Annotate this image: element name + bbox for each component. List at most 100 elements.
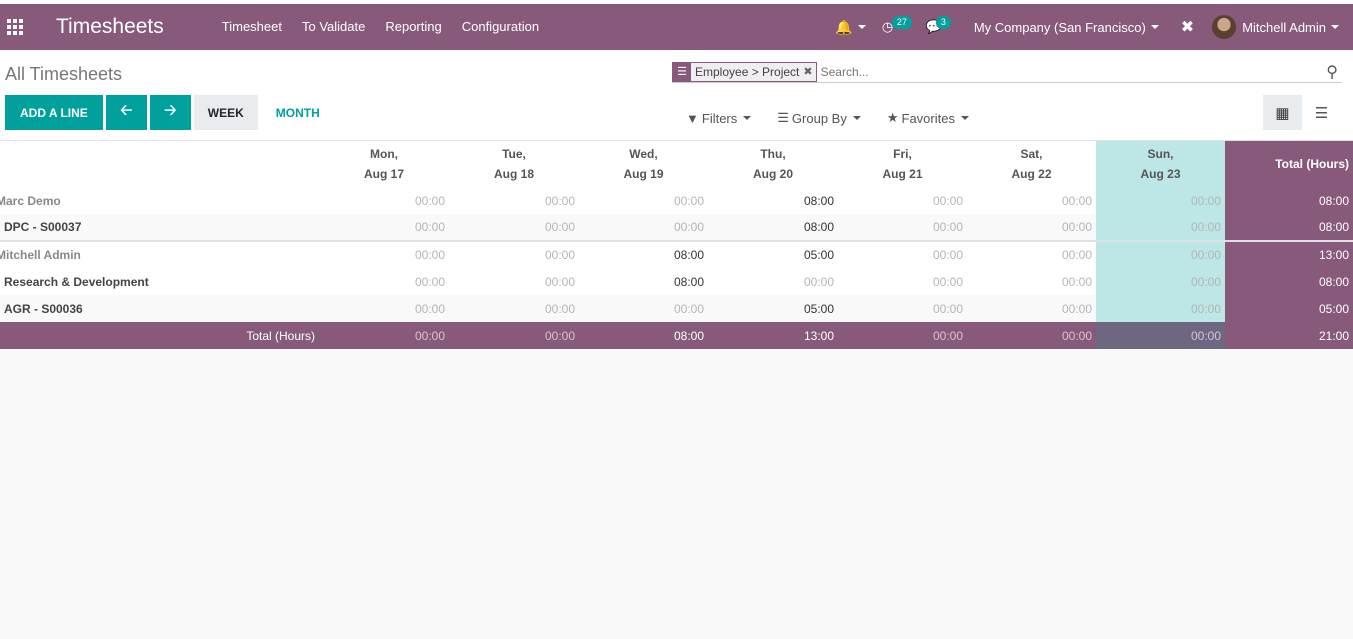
add-line-button[interactable]: ADD A LINE [5,95,103,130]
message-badge: 3 [935,16,951,29]
grid-line-row: DPC - S00037 00:00 00:00 00:00 08:00 00:00 00:… [0,214,1353,241]
debug-tools-icon[interactable]: ✖ [1171,17,1204,37]
group-by-button[interactable]: ☰ Group By [777,110,861,126]
hours-cell[interactable]: 00:00 [1096,295,1225,322]
group-by-icon: ☰ [673,62,691,81]
list-view-button[interactable]: ☰ [1302,95,1341,130]
hours-cell[interactable]: 00:00 [579,295,708,322]
grid-footer-row: Total (Hours) 00:00 00:00 08:00 13:00 00… [0,322,1353,349]
control-panel: All Timesheets ☰ Employee > Project ✖ ⚲ … [0,50,1353,141]
hours-cell[interactable]: 08:00 [708,214,838,241]
company-switcher[interactable]: My Company (San Francisco) [962,20,1171,35]
hours-cell[interactable]: 00:00 [1096,214,1225,241]
footer-cell: 00:00 [449,322,579,349]
row-total: 08:00 [1225,187,1353,214]
hours-cell[interactable]: 00:00 [967,214,1096,241]
hours-cell: 00:00 [449,240,579,268]
month-button[interactable]: MONTH [261,95,335,130]
view-switcher: ▦ ☰ [1263,95,1341,130]
hours-cell: 00:00 [1096,240,1225,268]
list-icon: ☰ [777,110,789,125]
grid-group-row: Marc Demo 00:00 00:00 00:00 08:00 00:00 00:00 0… [0,187,1353,214]
row-label[interactable]: AGR - S00036 [0,295,319,322]
arrow-left-icon: 🡠 [120,102,133,119]
hours-cell[interactable]: 00:00 [967,268,1096,295]
menu-timesheet[interactable]: Timesheet [212,4,292,50]
row-label: Marc Demo [0,193,61,208]
menu-reporting[interactable]: Reporting [375,4,451,50]
bell-icon: 🔔 [835,18,853,35]
app-brand[interactable]: Timesheets [56,15,164,39]
search-facet: ☰ Employee > Project ✖ [672,61,817,82]
hours-cell[interactable]: 00:00 [319,268,449,295]
total-header: Total (Hours) [1225,141,1353,187]
hours-cell[interactable]: 00:00 [579,214,708,241]
grid-line-row: AGR - S00036 00:00 00:00 00:00 05:00 00:00 00:… [0,295,1353,322]
hours-cell[interactable]: 00:00 [319,295,449,322]
footer-cell: 08:00 [579,322,708,349]
footer-cell: 13:00 [708,322,838,349]
search-input[interactable] [820,64,1301,79]
search-facet-label: Employee > Project [695,64,800,79]
week-button[interactable]: WEEK [193,95,258,130]
footer-total: 21:00 [1225,322,1353,349]
row-total: 05:00 [1225,295,1353,322]
hours-cell[interactable]: 08:00 [579,268,708,295]
hours-cell: 00:00 [1061,193,1092,208]
footer-label: Total (Hours) [0,322,319,349]
menu-configuration[interactable]: Configuration [452,4,549,50]
hours-cell[interactable]: 00:00 [449,295,579,322]
hours-cell: 08:00 [803,193,834,208]
hours-cell: 08:00 [579,240,708,268]
activity-button[interactable]: ◷ 27 [874,4,918,50]
main-menu: Timesheet To Validate Reporting Configur… [212,4,549,50]
menu-to-validate[interactable]: To Validate [292,4,375,50]
hours-cell[interactable]: 00:00 [967,295,1096,322]
hours-cell[interactable]: 00:00 [1096,268,1225,295]
search-bar: ☰ Employee > Project ✖ ⚲ [672,61,1342,83]
company-label: My Company (San Francisco) [973,19,1146,35]
arrow-right-icon: 🡢 [164,102,177,119]
day-header: Mon, Aug 17 [363,147,404,181]
row-label[interactable]: Research & Development [0,268,319,295]
hours-cell[interactable]: 00:00 [838,268,967,295]
apps-menu-icon[interactable] [0,4,30,50]
day-header: Thu, Aug 20 [752,147,793,181]
messages-button[interactable]: 💬 3 [918,4,962,50]
search-options: ▼ Filters ☰ Group By ★ Favorites [686,110,995,126]
user-name: Mitchell Admin [1242,19,1326,35]
favorites-button[interactable]: ★ Favorites [887,110,969,126]
notifications-button[interactable]: 🔔 [827,4,873,50]
favorites-label: Favorites [901,110,955,126]
chevron-down-icon [1150,25,1159,29]
star-icon: ★ [886,110,899,125]
chevron-down-icon [743,116,752,120]
user-menu[interactable]: Mitchell Admin [1204,15,1353,39]
grid-line-row: Research & Development 00:00 00:00 08:00 00:… [0,268,1353,295]
day-header: Wed, Aug 19 [623,147,664,181]
hours-cell: 00:00 [1096,187,1225,214]
day-header: Sat, Aug 22 [1011,147,1052,181]
hours-cell[interactable]: 00:00 [449,214,579,241]
next-button[interactable]: 🡢 [149,95,191,130]
hours-cell[interactable]: 05:00 [708,295,838,322]
grid-view-button[interactable]: ▦ [1263,95,1302,130]
row-total: 13:00 [1225,240,1353,268]
previous-button[interactable]: 🡠 [105,95,147,130]
row-label[interactable]: DPC - S00037 [0,214,319,241]
hours-cell[interactable]: 00:00 [449,268,579,295]
filters-button[interactable]: ▼ Filters [686,110,752,126]
footer-cell: 00:00 [967,322,1096,349]
row-label: Mitchell Admin [0,240,319,268]
chevron-down-icon [960,116,969,120]
grid-header-row: Mon, Aug 17 Tue, Aug 18 Wed, Aug 19 Thu, Aug… [0,141,1353,187]
search-icon[interactable]: ⚲ [1326,62,1338,82]
grid-group-row: Mitchell Admin 00:00 00:00 08:00 05:00 00:00 0… [0,240,1353,268]
hours-cell[interactable]: 00:00 [838,214,967,241]
close-icon[interactable]: ✖ [803,65,815,78]
chevron-down-icon [1331,25,1339,29]
day-header: Tue, Aug 18 [493,147,534,181]
hours-cell[interactable]: 00:00 [708,268,838,295]
hours-cell[interactable]: 00:00 [319,214,449,241]
hours-cell[interactable]: 00:00 [838,295,967,322]
